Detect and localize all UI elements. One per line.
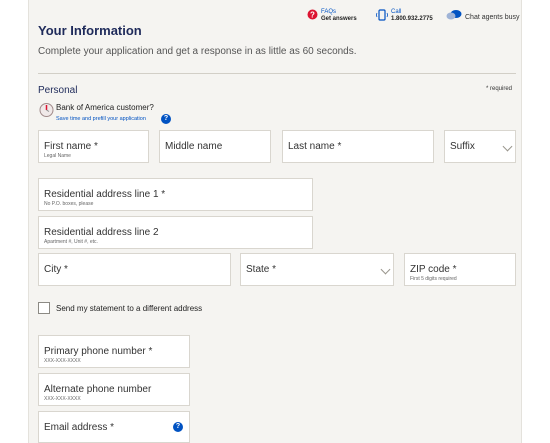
suffix-label: Suffix xyxy=(450,141,475,152)
chevron-down-icon xyxy=(380,264,391,274)
call-link[interactable]: Call 1.800.932.2775 xyxy=(376,9,433,23)
address-line2-field[interactable]: Residential address line 2 Apartment #, … xyxy=(38,216,313,249)
alternate-phone-field[interactable]: Alternate phone number XXX-XXX-XXXX xyxy=(38,373,190,406)
chevron-down-icon xyxy=(502,141,513,151)
phone-icon xyxy=(376,9,388,21)
chat-status: Chat agents busy xyxy=(465,14,520,21)
first-name-field[interactable]: First name * Legal Name xyxy=(38,130,149,163)
faqs-sub: Get answers xyxy=(321,16,357,22)
faqs-link[interactable]: ? FAQs Get answers xyxy=(307,9,357,23)
primary-phone-field[interactable]: Primary phone number * XXX-XXX-XXXX xyxy=(38,335,190,368)
email-label: Email address * xyxy=(44,422,115,433)
middle-name-label: Middle name xyxy=(165,141,223,152)
section-title: Personal xyxy=(38,85,78,96)
zip-field[interactable]: ZIP code * First 5 digits required xyxy=(404,253,516,286)
address-line1-hint: No P.O. boxes, please xyxy=(44,201,94,207)
address-line1-field[interactable]: Residential address line 1 * No P.O. box… xyxy=(38,178,313,211)
primary-phone-hint: XXX-XXX-XXXX xyxy=(44,358,81,364)
section-divider xyxy=(38,73,516,74)
alternate-phone-label: Alternate phone number xyxy=(44,384,152,395)
last-name-label: Last name * xyxy=(288,141,342,152)
city-label: City * xyxy=(44,264,68,275)
faq-icon: ? xyxy=(307,9,318,20)
city-field[interactable]: City * xyxy=(38,253,231,286)
clock-icon xyxy=(39,103,54,117)
call-label: Call xyxy=(391,9,402,15)
alternate-phone-hint: XXX-XXX-XXXX xyxy=(44,396,81,402)
first-name-hint: Legal Name xyxy=(44,153,71,159)
last-name-field[interactable]: Last name * xyxy=(282,130,434,163)
address-line2-hint: Apartment #, Unit #, etc. xyxy=(44,239,98,245)
call-number: 1.800.932.2775 xyxy=(391,16,433,22)
faqs-label: FAQs xyxy=(321,9,337,15)
prefill-help-icon[interactable]: ? xyxy=(161,114,171,124)
different-address-checkbox[interactable] xyxy=(38,302,50,314)
address-line1-label: Residential address line 1 * xyxy=(44,189,166,200)
state-label: State * xyxy=(246,264,277,275)
chat-link[interactable]: Chat agents busy xyxy=(446,9,519,22)
suffix-select[interactable]: Suffix xyxy=(444,130,516,163)
page-subtitle: Complete your application and get a resp… xyxy=(38,46,357,57)
zip-hint: First 5 digits required xyxy=(410,276,457,282)
email-help-icon[interactable]: ? xyxy=(173,422,183,432)
bofa-customer-question: Bank of America customer? xyxy=(56,103,154,112)
chat-icon xyxy=(446,10,462,20)
prefill-link[interactable]: Save time and prefill your application xyxy=(56,116,146,122)
page-title: Your Information xyxy=(38,23,142,38)
primary-phone-label: Primary phone number * xyxy=(44,346,153,357)
first-name-label: First name * xyxy=(44,141,98,152)
middle-name-field[interactable]: Middle name xyxy=(159,130,271,163)
address-line2-label: Residential address line 2 xyxy=(44,227,159,238)
svg-text:?: ? xyxy=(310,10,315,19)
required-note: * required xyxy=(486,86,513,92)
zip-label: ZIP code * xyxy=(410,264,457,275)
state-select[interactable]: State * xyxy=(240,253,394,286)
different-address-label: Send my statement to a different address xyxy=(56,304,203,313)
email-field[interactable]: Email address * ? xyxy=(38,411,190,443)
